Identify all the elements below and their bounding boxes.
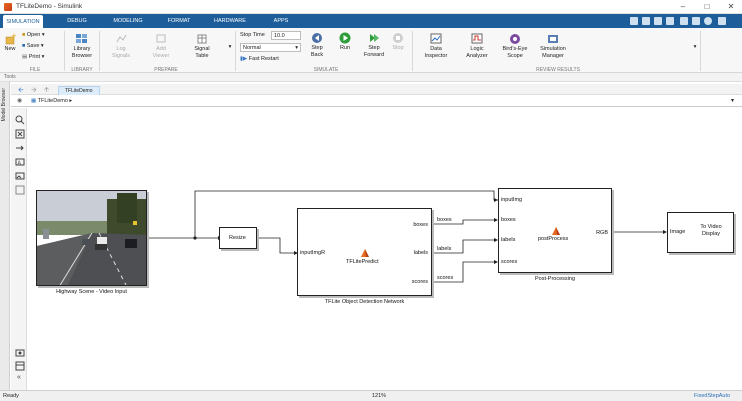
video-input-caption: Highway Scene - Video Input [56, 289, 127, 295]
post-function-icon [552, 227, 560, 235]
tflite-detection-block[interactable]: inputImgR boxes labels scores TFLitePred… [297, 208, 432, 296]
post-input-boxes-port: boxes [501, 217, 516, 223]
highway-scene-image [37, 191, 146, 285]
detect-boxes-port: boxes [413, 222, 428, 228]
post-input-labels-port: labels [501, 237, 516, 243]
detect-scores-port: scores [411, 279, 428, 285]
display-title: To Video Display [700, 224, 722, 237]
labels-signal-label: labels [437, 246, 452, 252]
post-processing-caption: Post-Processing [534, 276, 576, 282]
detection-caption: TFLite Object Detection Network [324, 299, 405, 305]
detect-labels-port: labels [413, 250, 428, 256]
to-video-display-block[interactable]: Image To Video Display [667, 212, 734, 253]
matlab-function-icon [361, 249, 369, 257]
status-text: Ready [3, 393, 19, 399]
status-bar: Ready 121% FixedStepAuto [0, 390, 742, 401]
post-function-name: postProcess [538, 236, 569, 242]
resize-label: Resize [229, 235, 246, 241]
detect-input-port: inputImgR [300, 250, 326, 256]
video-input-block[interactable] [36, 190, 147, 286]
post-output-port: RGB [596, 230, 608, 236]
post-processing-block[interactable]: inputImg boxes labels scores RGB postPro… [498, 188, 612, 273]
boxes-signal-label: boxes [437, 217, 452, 223]
zoom-level: 121% [372, 393, 387, 399]
solver-link[interactable]: FixedStepAuto [694, 393, 730, 399]
post-input-scores-port: scores [501, 259, 518, 265]
display-input-port: Image [670, 229, 686, 235]
resize-block[interactable]: Resize [219, 227, 257, 249]
post-input-img-port: inputImg [501, 197, 523, 203]
scores-signal-label: scores [437, 275, 454, 281]
detect-function-name: TFLitePredict [346, 259, 379, 265]
